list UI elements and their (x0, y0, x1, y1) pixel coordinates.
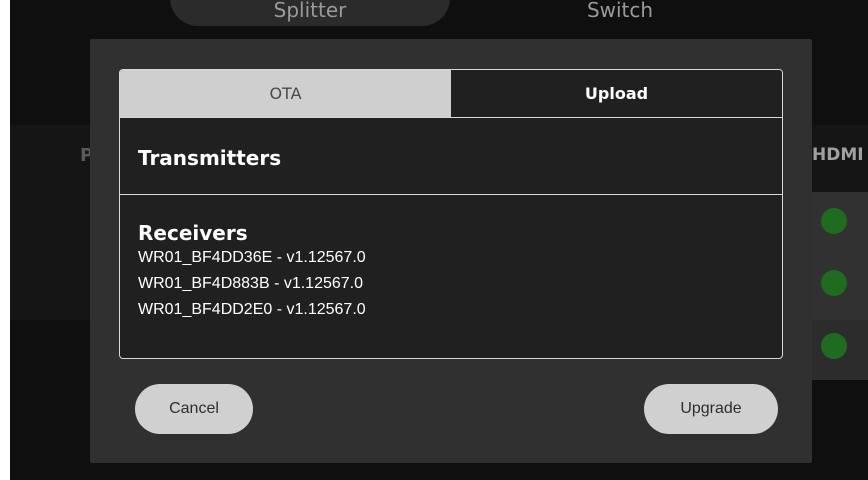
receiver-item: WR01_BF4D883B - v1.12567.0 (138, 275, 364, 292)
tab-ota[interactable]: OTA (120, 70, 451, 117)
switch-button: Switch (586, 0, 654, 22)
upgrade-dialog: OTA Upload Transmitters Receivers WR01_B… (90, 39, 812, 463)
tab-upload[interactable]: Upload (451, 70, 782, 117)
hdmi-status-indicator (821, 333, 847, 359)
receivers-section: Receivers WR01_BF4DD36E - v1.12567.0 WR0… (120, 195, 782, 323)
splitter-button: Splitter (170, 0, 450, 26)
transmitters-section: Transmitters (120, 118, 782, 195)
receiver-item: WR01_BF4DD2E0 - v1.12567.0 (138, 301, 366, 318)
app-screen: Splitter Switch P HDMI OTA Upload Transm… (10, 0, 868, 480)
receivers-title: Receivers (138, 221, 248, 245)
hdmi-status-indicator (821, 270, 847, 296)
upgrade-button[interactable]: Upgrade (644, 384, 778, 434)
hdmi-status-indicator (821, 208, 847, 234)
tab-bar: OTA Upload (120, 70, 782, 118)
upgrade-panel: OTA Upload Transmitters Receivers WR01_B… (119, 69, 783, 359)
transmitters-title: Transmitters (138, 146, 282, 170)
receiver-item: WR01_BF4DD36E - v1.12567.0 (138, 249, 366, 266)
table-header-hdmi: HDMI (812, 145, 864, 165)
cancel-button[interactable]: Cancel (135, 384, 253, 434)
